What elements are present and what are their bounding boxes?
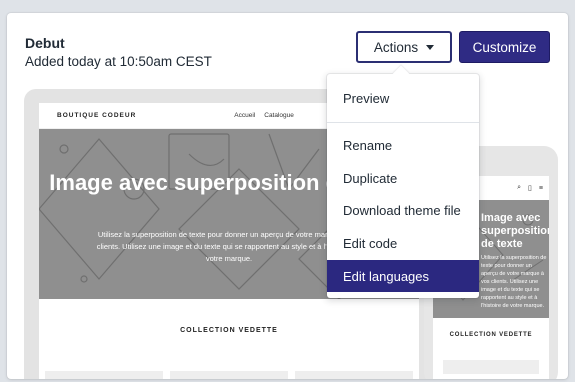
actions-label: Actions — [373, 39, 419, 55]
menu-item-edit-languages[interactable]: Edit languages — [327, 260, 479, 292]
theme-card: Debut Added today at 10:50am CEST Action… — [7, 13, 568, 379]
search-icon: ⌕ — [517, 184, 522, 191]
store-nav: Accueil Catalogue — [234, 112, 294, 119]
store-nav-item: Accueil — [234, 112, 256, 119]
mobile-hero-title: Image avec superposition de texte — [481, 212, 549, 250]
menu-item-download-theme-file[interactable]: Download theme file — [327, 194, 479, 226]
menu-item-rename[interactable]: Rename — [327, 129, 479, 161]
mobile-hero-text: Utilisez la superposition de texte pour … — [481, 255, 547, 309]
product-tile — [45, 371, 163, 379]
actions-button[interactable]: Actions — [356, 31, 452, 63]
menu-item-preview[interactable]: Preview — [327, 82, 479, 114]
menu-item-edit-code[interactable]: Edit code — [327, 227, 479, 259]
product-tile — [170, 371, 288, 379]
menu-divider — [327, 122, 479, 123]
store-nav-item: Catalogue — [264, 112, 294, 119]
menu-icon: ≡ — [538, 184, 543, 192]
store-name: BOUTIQUE CODEUR — [57, 112, 137, 119]
menu-item-duplicate[interactable]: Duplicate — [327, 162, 479, 194]
collection-title: COLLECTION VEDETTE — [180, 327, 278, 334]
product-tile — [295, 371, 413, 379]
mobile-product-tile — [443, 360, 539, 374]
cart-icon: ▯ — [528, 185, 532, 192]
caret-down-icon — [426, 44, 435, 50]
theme-name: Debut — [25, 35, 65, 51]
mobile-collection-title: COLLECTION VEDETTE — [449, 332, 533, 338]
actions-dropdown-menu: Preview Rename Duplicate Download theme … — [327, 65, 479, 298]
customize-button[interactable]: Customize — [459, 31, 550, 63]
theme-added-date: Added today at 10:50am CEST — [25, 54, 212, 69]
